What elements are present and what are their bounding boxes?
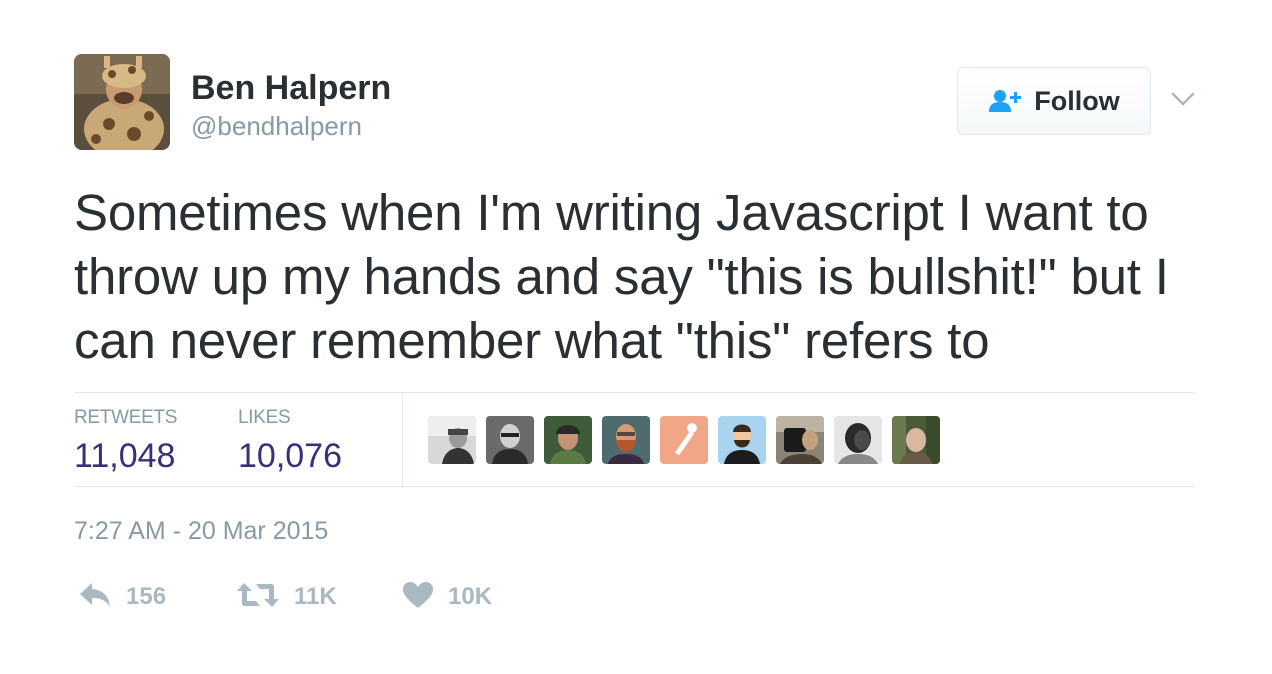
- retweet-count: 11K: [294, 583, 337, 610]
- liker-avatar[interactable]: [428, 416, 476, 464]
- liker-avatar[interactable]: [892, 416, 940, 464]
- heart-icon: [402, 581, 434, 614]
- liker-avatar[interactable]: [776, 416, 824, 464]
- author-name[interactable]: Ben Halpern: [191, 68, 391, 108]
- liker-avatar[interactable]: [602, 416, 650, 464]
- like-count: 10K: [448, 583, 493, 610]
- reply-button[interactable]: 156: [78, 580, 166, 614]
- follow-button-label: Follow: [1034, 85, 1120, 116]
- more-menu-button[interactable]: [1168, 86, 1198, 116]
- follow-user-plus-icon: [988, 88, 1024, 114]
- author-avatar[interactable]: [74, 54, 170, 150]
- follow-button[interactable]: Follow: [957, 67, 1151, 135]
- likes-label: LIKES: [238, 407, 291, 428]
- liker-avatar[interactable]: [660, 416, 708, 464]
- liker-avatars: [428, 416, 940, 464]
- stats-vertical-divider: [402, 393, 403, 486]
- liker-avatar[interactable]: [718, 416, 766, 464]
- chevron-down-icon: [1171, 91, 1195, 112]
- stats-divider-top: [74, 392, 1194, 393]
- retweets-stat[interactable]: RETWEETS 11,048: [74, 406, 177, 476]
- likes-stat[interactable]: LIKES 10,076: [238, 406, 342, 476]
- author-handle[interactable]: @bendhalpern: [191, 110, 362, 142]
- stats-divider-bottom: [74, 486, 1194, 487]
- retweets-value: 11,048: [74, 437, 176, 475]
- retweets-label: RETWEETS: [74, 407, 178, 428]
- tweet-timestamp[interactable]: 7:27 AM - 20 Mar 2015: [74, 515, 328, 547]
- reply-count: 156: [126, 583, 167, 610]
- likes-value: 10,076: [238, 437, 342, 475]
- retweet-button[interactable]: 11K: [236, 580, 337, 614]
- retweet-icon: [236, 581, 280, 614]
- tweet-text: Sometimes when I'm writing Javascript I …: [74, 184, 1169, 369]
- liker-avatar[interactable]: [486, 416, 534, 464]
- liker-avatar[interactable]: [544, 416, 592, 464]
- liker-avatar[interactable]: [834, 416, 882, 464]
- reply-icon: [78, 581, 112, 614]
- like-button[interactable]: 10K: [402, 580, 492, 614]
